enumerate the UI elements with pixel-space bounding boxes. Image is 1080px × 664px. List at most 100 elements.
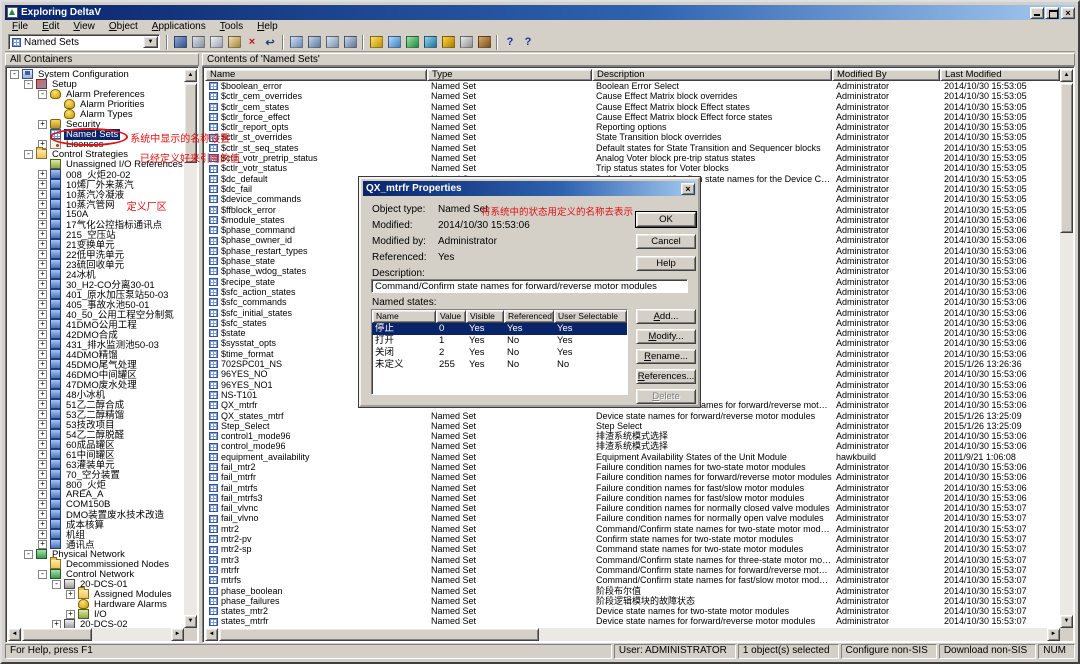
table-row[interactable]: states_mtr2Named SetDevice state names f… — [205, 606, 1060, 616]
tree-expander[interactable]: + — [38, 350, 47, 359]
tree-expander[interactable]: + — [38, 370, 47, 379]
upload-icon[interactable] — [385, 34, 403, 51]
tree-expander[interactable]: + — [38, 440, 47, 449]
table-row[interactable]: mtrfrNamed SetCommand/Confirm state name… — [205, 565, 1060, 575]
table-row[interactable]: $ctlr_st_overridesNamed SetState Transit… — [205, 132, 1060, 142]
paste-icon[interactable] — [225, 34, 243, 51]
tree-item[interactable]: -Setup — [8, 79, 184, 89]
tree-item[interactable]: Alarm Priorities — [8, 99, 184, 109]
tree-expander[interactable]: + — [38, 380, 47, 389]
tree-expander[interactable]: + — [38, 210, 47, 219]
table-row[interactable]: fail_mtr2Named SetFailure condition name… — [205, 462, 1060, 472]
tree-expander[interactable]: + — [38, 270, 47, 279]
tree-item[interactable]: +Security — [8, 119, 184, 129]
books-online-icon[interactable] — [475, 34, 493, 51]
scroll-up-icon[interactable]: ▲ — [1060, 69, 1073, 82]
tree-expander[interactable]: + — [38, 330, 47, 339]
table-row[interactable]: mtrfsNamed SetCommand/Confirm state name… — [205, 575, 1060, 585]
tree-item[interactable]: -Alarm Preferences — [8, 89, 184, 99]
tree-expander[interactable]: + — [38, 460, 47, 469]
small-icons-icon[interactable] — [305, 34, 323, 51]
add-button[interactable]: Add... — [636, 309, 696, 324]
print-icon[interactable] — [457, 34, 475, 51]
tree-expander[interactable]: + — [66, 590, 75, 599]
tree-expander[interactable]: + — [38, 260, 47, 269]
tree-expander[interactable]: + — [38, 470, 47, 479]
named-state-row[interactable]: 未定义255YesNoNo — [372, 359, 627, 371]
tree-expander[interactable]: + — [38, 310, 47, 319]
tree-expander[interactable]: - — [38, 90, 47, 99]
tree-expander[interactable]: + — [38, 510, 47, 519]
navigate-up-icon[interactable] — [171, 34, 189, 51]
table-row[interactable]: phase_booleanNamed Set阶段布尔值Administrator… — [205, 586, 1060, 596]
title-bar[interactable]: Exploring DeltaV × — [5, 5, 1075, 20]
tree-item[interactable]: +10蒸汽管网 — [8, 199, 184, 209]
tree-expander[interactable]: + — [38, 180, 47, 189]
menu-view[interactable]: View — [66, 20, 102, 33]
column-header-description[interactable]: Description — [592, 69, 832, 81]
menu-object[interactable]: Object — [102, 20, 145, 33]
table-row[interactable]: fail_mtrfrNamed SetFailure condition nam… — [205, 472, 1060, 482]
table-horizontal-scrollbar[interactable]: ◄ ► — [205, 628, 1060, 641]
context-help-icon[interactable]: ? — [519, 34, 537, 51]
help-button[interactable]: Help — [636, 256, 696, 271]
table-row[interactable]: $ctlr_report_optsNamed SetReporting opti… — [205, 122, 1060, 132]
tree-item[interactable]: Named Sets — [8, 129, 184, 139]
tree-expander[interactable]: + — [38, 450, 47, 459]
details-view-icon[interactable] — [341, 34, 359, 51]
cancel-button[interactable]: Cancel — [636, 234, 696, 249]
tree-expander[interactable]: + — [38, 320, 47, 329]
undo-icon[interactable]: ↩ — [261, 34, 279, 51]
table-vertical-scrollbar[interactable]: ▲ ▼ — [1060, 69, 1073, 628]
tree-item[interactable]: Decommissioned Nodes — [8, 559, 184, 569]
tree-item[interactable]: -Control Strategies — [8, 149, 184, 159]
states-column-header-visible[interactable]: Visible — [466, 310, 504, 323]
menu-applications[interactable]: Applications — [145, 20, 213, 33]
tree-expander[interactable]: + — [38, 230, 47, 239]
tree-expander[interactable]: + — [38, 390, 47, 399]
tree-expander[interactable]: - — [38, 570, 47, 579]
table-row[interactable]: $ctlr_force_effectNamed SetCause Effect … — [205, 112, 1060, 122]
menu-edit[interactable]: Edit — [35, 20, 66, 33]
tree-expander[interactable]: + — [38, 220, 47, 229]
table-row[interactable]: $ctlr_cem_overridesNamed SetCause Effect… — [205, 91, 1060, 101]
tree-expander[interactable]: + — [38, 430, 47, 439]
tree-vertical-scrollbar[interactable]: ▲ ▼ — [184, 69, 197, 628]
tree-expander[interactable]: + — [38, 420, 47, 429]
table-row[interactable]: fail_mtrfs3Named SetFailure condition na… — [205, 493, 1060, 503]
table-row[interactable]: $ctlr_cem_statesNamed SetCause Effect Ma… — [205, 102, 1060, 112]
tree-expander[interactable]: + — [38, 490, 47, 499]
cut-icon[interactable] — [189, 34, 207, 51]
scroll-thumb[interactable] — [184, 83, 197, 163]
list-view-icon[interactable] — [323, 34, 341, 51]
tree-expander[interactable]: - — [10, 70, 19, 79]
diagnostics-icon[interactable] — [421, 34, 439, 51]
scroll-up-icon[interactable]: ▲ — [184, 69, 197, 82]
tree-expander[interactable]: + — [38, 340, 47, 349]
tree-expander[interactable]: - — [52, 580, 61, 589]
modify-button[interactable]: Modify... — [636, 329, 696, 344]
tree-expander[interactable]: + — [38, 540, 47, 549]
table-row[interactable]: $ctlr_votr_statusNamed SetTrip status st… — [205, 163, 1060, 173]
ok-button[interactable]: OK — [636, 212, 696, 227]
named-state-row[interactable]: 停止0YesYesYes — [372, 323, 627, 335]
tree-item[interactable]: +AREA_A — [8, 489, 184, 499]
table-row[interactable]: $ctlr_votr_pretrip_statusNamed SetAnalog… — [205, 153, 1060, 163]
tree-expander[interactable]: + — [38, 530, 47, 539]
table-row[interactable]: fail_mtrfsNamed SetFailure condition nam… — [205, 483, 1060, 493]
alarm-bell-icon[interactable] — [439, 34, 457, 51]
dialog-close-icon[interactable]: × — [681, 183, 695, 195]
tree-expander[interactable]: + — [38, 250, 47, 259]
description-input[interactable]: Command/Confirm state names for forward/… — [371, 279, 688, 293]
table-row[interactable]: $boolean_errorNamed SetBoolean Error Sel… — [205, 81, 1060, 91]
scroll-left-icon[interactable]: ◄ — [8, 628, 21, 641]
table-row[interactable]: mtr2-pvNamed SetConfirm state names for … — [205, 534, 1060, 544]
column-header-name[interactable]: Name — [205, 69, 427, 81]
tree-expander[interactable]: + — [38, 190, 47, 199]
tree-expander[interactable]: - — [24, 80, 33, 89]
scroll-right-icon[interactable]: ► — [171, 628, 184, 641]
tree-expander[interactable]: + — [38, 200, 47, 209]
tree-item[interactable]: -System Configuration — [8, 69, 184, 79]
tree-item[interactable]: -Control Network — [8, 569, 184, 579]
large-icons-icon[interactable] — [287, 34, 305, 51]
